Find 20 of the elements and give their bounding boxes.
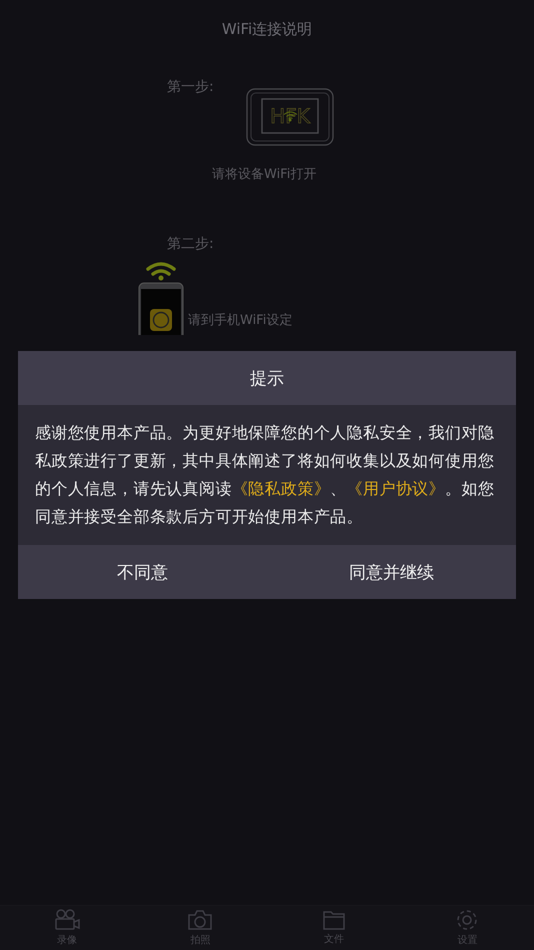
tab-label: 拍照: [190, 934, 210, 947]
gear-icon: [456, 909, 478, 931]
policy-link[interactable]: 《隐私政策》: [232, 479, 330, 498]
step-label: 第二步:: [167, 235, 214, 253]
dialog-message: 感谢您使用本产品。为更好地保障您的个人隐私安全，我们对隐私政策进行了更新，其中具体阐述了将如何收集以及如何使用您的个人信息，请先认真阅读《隐私政策》、《用户协议》。如您同意并接受全部条款后方可开始使用本产品。: [18, 405, 516, 545]
folder-icon: [322, 910, 345, 930]
step-caption: 请将设备WiFi打开: [212, 166, 316, 183]
step-label: 第一步:: [167, 78, 214, 96]
dialog-button[interactable]: 同意并继续: [267, 545, 516, 599]
logo-text: HFK: [270, 104, 310, 128]
camera-icon: [188, 909, 212, 931]
policy-link[interactable]: 《用户协议》: [346, 479, 446, 498]
tab-label: 文件: [324, 932, 344, 946]
dialog-button[interactable]: 不同意: [18, 545, 267, 599]
screen-title: WiFi连接说明: [222, 20, 312, 40]
tab-label: 设置: [457, 934, 478, 947]
step-caption: 请到手机WiFi设定: [188, 312, 292, 329]
tab-label: 录像: [56, 934, 77, 947]
dialog-title: 提示: [18, 351, 516, 405]
video-camera-icon: [54, 909, 80, 931]
